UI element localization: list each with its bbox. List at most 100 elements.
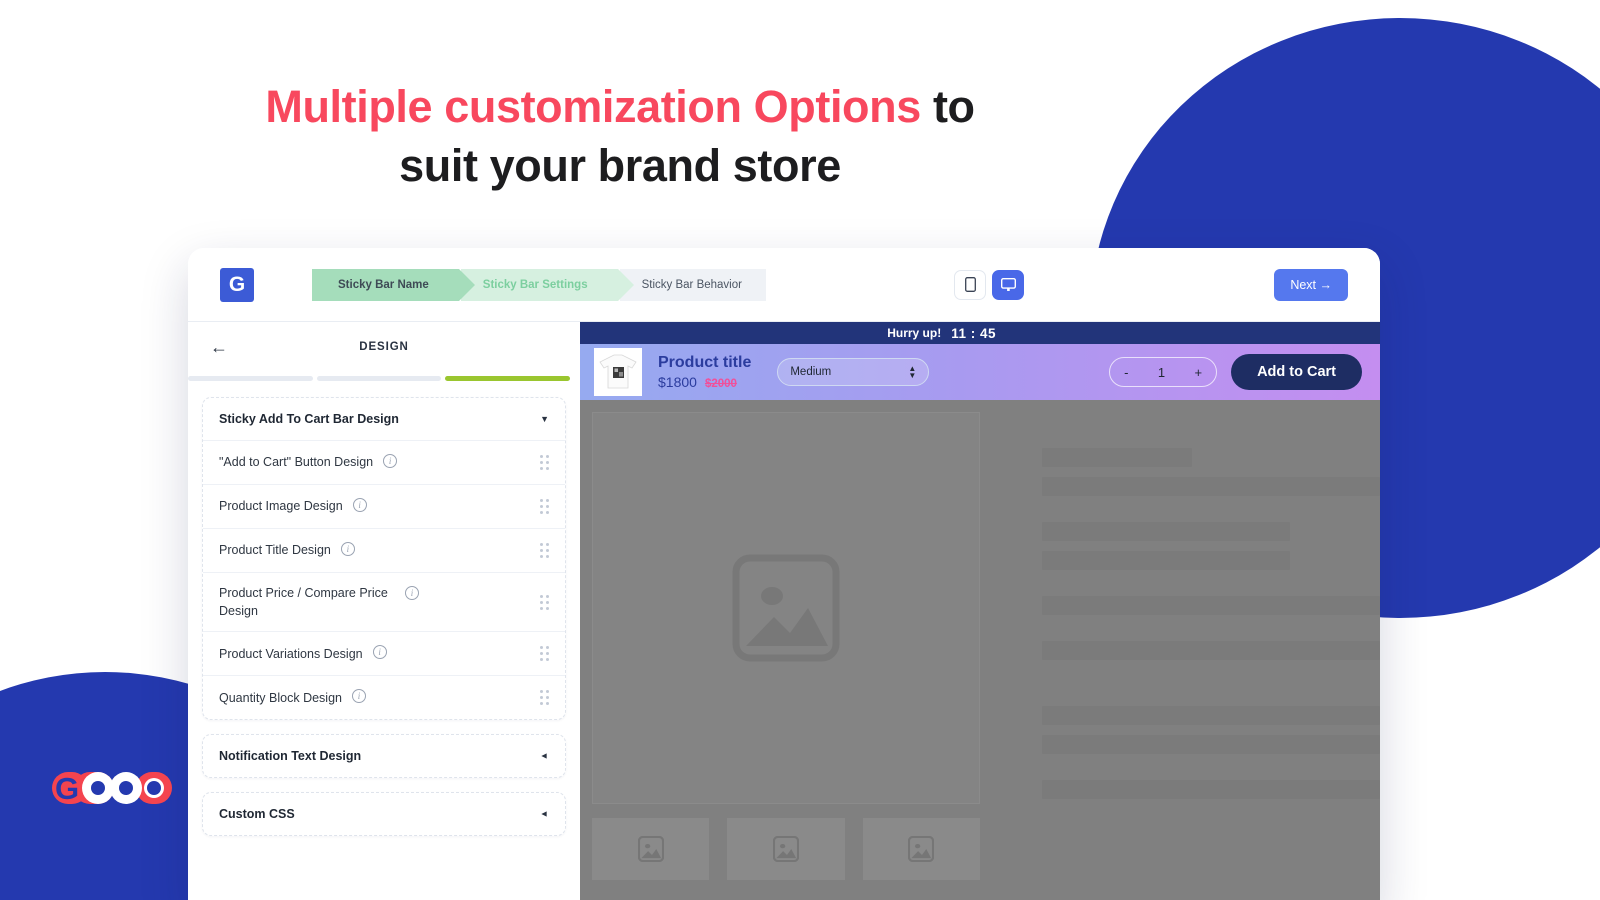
info-icon[interactable]: i [372, 645, 387, 660]
skeleton-line [1042, 522, 1290, 541]
step-sticky-bar-behavior[interactable]: Sticky Bar Behavior [619, 268, 766, 301]
option-row-product-image-design[interactable]: Product Image Design i [203, 484, 565, 528]
headline-rest-text: to [920, 81, 975, 132]
updown-arrows-icon: ▲ ▼ [908, 364, 917, 380]
info-icon[interactable]: i [405, 586, 419, 600]
product-meta: Product title $1800 $2000 [658, 354, 751, 390]
headline-second-line: suit your brand store [399, 139, 841, 191]
sticky-add-to-cart-bar: Product title $1800 $2000 Medium ▲▼ - 1 [580, 344, 1380, 400]
quantity-stepper[interactable]: - 1 + [1109, 357, 1218, 387]
product-thumbnail[interactable] [594, 348, 642, 396]
skeleton-line [1042, 477, 1380, 496]
chevron-left-icon[interactable]: ▼ [540, 810, 550, 819]
section-header[interactable]: Custom CSS ▼ [203, 793, 565, 835]
section-notification-text-design: Notification Text Design ▼ [202, 734, 566, 779]
mobile-preview-button[interactable] [954, 269, 986, 300]
section-custom-css: Custom CSS ▼ [202, 792, 566, 837]
drag-handle-icon[interactable] [540, 455, 549, 470]
device-preview-toggle [954, 269, 1024, 300]
preview-page-content [580, 400, 1380, 900]
image-placeholder-icon [908, 836, 935, 862]
image-placeholder-icon [732, 554, 840, 662]
section-header[interactable]: Sticky Add To Cart Bar Design ▼ [203, 398, 565, 440]
arrow-left-icon[interactable]: ← [210, 338, 228, 356]
tshirt-image [599, 354, 637, 389]
wizard-stepper: Sticky Bar Name Sticky Bar Settings Stic… [312, 268, 766, 301]
chevron-down-icon[interactable]: ▼ [540, 414, 549, 424]
step-label: Sticky Bar Behavior [641, 278, 742, 291]
info-icon[interactable]: i [340, 542, 355, 556]
preview-thumbnail[interactable] [727, 818, 845, 880]
notification-text: Hurry up! [887, 326, 942, 340]
info-icon[interactable]: i [352, 498, 367, 512]
app-logo[interactable]: G [220, 267, 254, 302]
preview-main-image[interactable] [592, 412, 980, 804]
app-window-card: G Sticky Bar Name Sticky Bar Settings St… [188, 248, 1380, 900]
add-to-cart-button[interactable]: Add to Cart [1231, 354, 1362, 390]
next-button[interactable]: Next → [1274, 268, 1348, 301]
drag-handle-icon[interactable] [540, 499, 549, 514]
header-right-actions: Next → [1274, 268, 1348, 301]
notification-bar: Hurry up! 11 : 45 [580, 322, 1380, 344]
skeleton-line [1042, 551, 1290, 570]
product-price: $1800 [658, 374, 697, 391]
preview-thumbnail[interactable] [592, 818, 710, 880]
sidebar-sections: Sticky Add To Cart Bar Design ▼ "Add to … [188, 381, 580, 900]
drag-handle-icon[interactable] [540, 543, 549, 558]
option-row-product-variations-design[interactable]: Product Variations Design i [203, 631, 565, 675]
store-preview: Hurry up! 11 : 45 Product title $1800 $2… [580, 322, 1380, 900]
app-body: ← DESIGN Sticky Add To Cart Bar Design ▼ [188, 322, 1380, 900]
option-row-quantity-block-design[interactable]: Quantity Block Design i [203, 675, 565, 719]
option-row-add-to-cart-button-design[interactable]: "Add to Cart" Button Design i [203, 440, 565, 484]
skeleton-line [1042, 706, 1380, 725]
image-placeholder-icon [637, 836, 664, 862]
drag-handle-icon[interactable] [540, 690, 549, 706]
quantity-value: 1 [1157, 364, 1166, 380]
step-label: Sticky Bar Name [338, 278, 429, 291]
chevron-left-icon[interactable]: ▼ [540, 752, 550, 761]
option-label: "Add to Cart" Button Design [219, 455, 374, 470]
design-sidebar: ← DESIGN Sticky Add To Cart Bar Design ▼ [188, 322, 580, 900]
desktop-preview-button[interactable] [992, 269, 1024, 300]
desktop-icon [1000, 277, 1016, 291]
preview-gallery [592, 412, 980, 900]
preview-thumbnails [592, 818, 980, 880]
preview-thumbnail[interactable] [862, 818, 980, 880]
info-icon[interactable]: i [351, 689, 366, 704]
option-row-product-price-compare-price-design[interactable]: Product Price / Compare Price Design i [203, 572, 565, 631]
step-sticky-bar-settings[interactable]: Sticky Bar Settings [460, 268, 634, 301]
skeleton-line [1042, 596, 1380, 615]
drag-handle-icon[interactable] [540, 594, 549, 610]
sidebar-header: ← DESIGN [188, 322, 580, 372]
skeleton-line [1042, 780, 1380, 799]
banner-stage: Multiple customization Options to suit y… [0, 0, 1600, 900]
banner-headline: Multiple customization Options to suit y… [0, 78, 1240, 195]
option-label: Product Title Design [219, 543, 331, 558]
sidebar-title: DESIGN [359, 341, 409, 353]
option-label: Product Variations Design [219, 646, 363, 661]
product-compare-price: $2000 [704, 378, 737, 391]
drag-handle-icon[interactable] [540, 646, 549, 662]
option-row-product-title-design[interactable]: Product Title Design i [203, 528, 565, 572]
option-label: Quantity Block Design [219, 690, 342, 705]
preview-text-skeleton [980, 412, 1380, 900]
step-sticky-bar-name[interactable]: Sticky Bar Name [312, 268, 475, 301]
section-title: Notification Text Design [219, 749, 362, 764]
app-header: G Sticky Bar Name Sticky Bar Settings St… [188, 248, 1380, 322]
quantity-increment-button[interactable]: + [1194, 365, 1202, 380]
skeleton-line [1042, 448, 1192, 467]
section-title: Custom CSS [219, 807, 295, 822]
headline-accent-text: Multiple customization Options [265, 81, 921, 132]
skeleton-line [1042, 735, 1380, 754]
image-placeholder-icon [772, 836, 799, 862]
product-title: Product title [658, 353, 752, 371]
section-header[interactable]: Notification Text Design ▼ [203, 735, 565, 777]
info-icon[interactable]: i [383, 454, 398, 468]
variant-select-value: Medium [790, 366, 832, 378]
good-logo: G [52, 766, 172, 810]
good-logo-svg: G [52, 771, 172, 806]
quantity-decrement-button[interactable]: - [1124, 365, 1128, 380]
product-prices: $1800 $2000 [658, 374, 751, 390]
variant-select[interactable]: Medium ▲ ▼ [777, 358, 930, 386]
section-title: Sticky Add To Cart Bar Design [219, 412, 399, 426]
